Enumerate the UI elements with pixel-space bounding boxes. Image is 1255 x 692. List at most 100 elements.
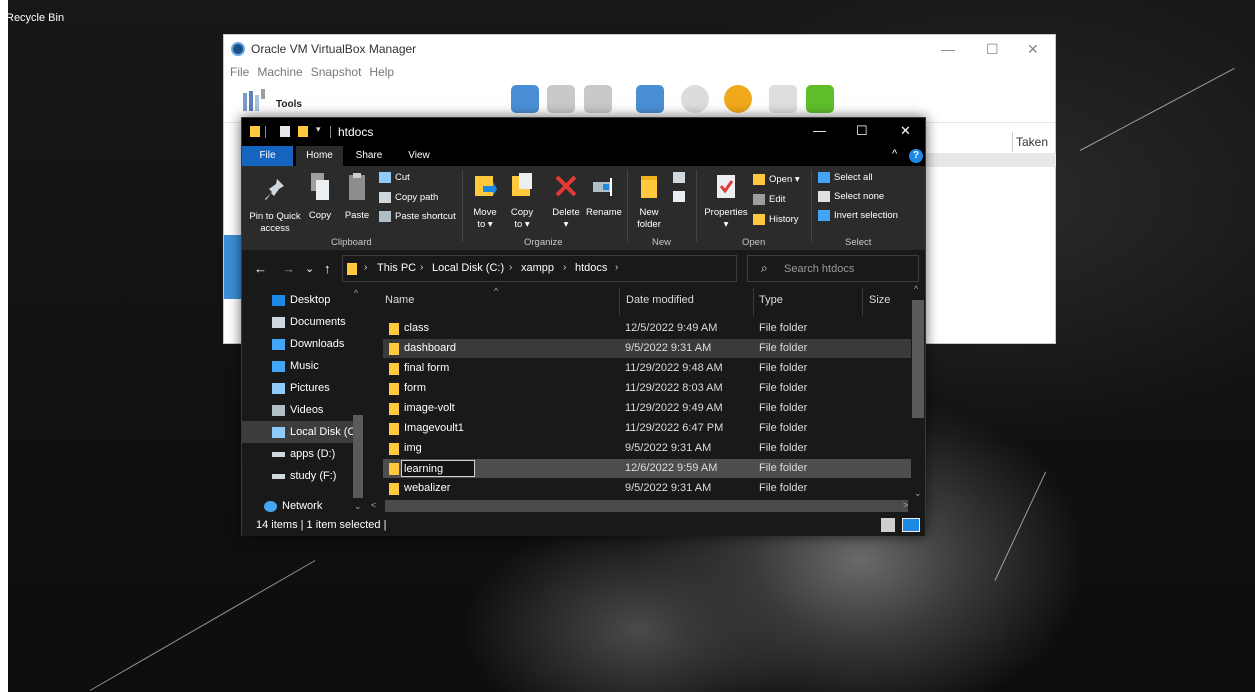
nav-item-local-disk[interactable]: Local Disk (C:) [242, 421, 353, 443]
column-divider[interactable] [753, 288, 754, 316]
nav-item-documents[interactable]: Documents [242, 311, 364, 333]
nav-pane-scrollbar[interactable] [353, 415, 363, 498]
tab-file[interactable]: File [242, 146, 293, 166]
file-row[interactable]: form 11/29/2022 8:03 AM File folder [383, 379, 911, 398]
discard-vm-icon[interactable] [584, 85, 612, 113]
vbox-selected-row[interactable] [924, 153, 1056, 167]
file-row[interactable]: img 9/5/2022 9:31 AM File folder [383, 439, 911, 458]
file-row[interactable]: class 12/5/2022 9:49 AM File folder [383, 319, 911, 338]
start-arrow-icon[interactable] [806, 85, 834, 113]
breadcrumb-htdocs[interactable]: htdocs [575, 262, 607, 274]
file-explorer-window[interactable]: ▾ htdocs — ☐ ✕ File Home Share View ^ ? … [241, 117, 926, 536]
breadcrumb-separator[interactable]: › [615, 262, 618, 273]
tab-home[interactable]: Home [296, 146, 343, 166]
invert-selection-button[interactable]: Invert selection [818, 210, 898, 221]
settings-vm-icon[interactable] [547, 85, 575, 113]
explorer-minimize-button[interactable]: — [813, 123, 826, 138]
scroll-right-button[interactable]: > [903, 500, 908, 510]
vbox-titlebar[interactable]: Oracle VM VirtualBox Manager [224, 35, 1055, 63]
vertical-scrollbar[interactable] [912, 300, 924, 418]
breadcrumb-separator[interactable]: › [364, 262, 367, 273]
search-input[interactable] [784, 260, 914, 278]
breadcrumb-local-disk[interactable]: Local Disk (C:) [432, 262, 504, 274]
vbox-column-taken[interactable]: Taken [1016, 135, 1048, 149]
nav-item-videos[interactable]: Videos [242, 399, 364, 421]
tab-view[interactable]: View [397, 146, 441, 166]
rename-button[interactable]: Rename [585, 172, 623, 219]
vbox-close-button[interactable]: ✕ [1027, 41, 1039, 58]
ribbon-collapse-button[interactable]: ^ [892, 148, 897, 160]
copy-to-button[interactable]: Copy to ▾ [506, 172, 538, 231]
discard-arrow-icon[interactable] [769, 85, 797, 113]
forward-button[interactable]: → [282, 261, 295, 276]
easy-access-icon[interactable] [673, 191, 685, 202]
vbox-menu-machine[interactable]: Machine [257, 65, 302, 79]
delete-button[interactable]: Delete ▾ [548, 172, 584, 231]
pin-to-quick-access-button[interactable]: Pin to Quick access [246, 176, 304, 235]
vbox-menu-snapshot[interactable]: Snapshot [311, 65, 362, 79]
open-button[interactable]: Open ▾ [753, 174, 800, 185]
column-header-type[interactable]: Type [759, 294, 783, 314]
vbox-menu-file[interactable]: File [230, 65, 249, 79]
select-none-button[interactable]: Select none [818, 191, 884, 202]
breadcrumb-xampp[interactable]: xampp [521, 262, 554, 274]
scroll-left-button[interactable]: < [371, 500, 376, 510]
nav-scroll-down-button[interactable]: ⌄ [354, 501, 362, 512]
breadcrumb-this-pc[interactable]: This PC [377, 262, 416, 274]
up-button[interactable]: ↑ [324, 261, 331, 276]
file-row[interactable]: image-volt 11/29/2022 9:49 AM File folde… [383, 399, 911, 418]
rename-box[interactable] [401, 460, 475, 477]
properties-check-icon[interactable] [280, 126, 290, 137]
vbox-menu-help[interactable]: Help [369, 65, 394, 79]
new-vm-icon[interactable] [511, 85, 539, 113]
history-button[interactable]: History [753, 214, 799, 225]
breadcrumb-separator[interactable]: › [563, 262, 566, 273]
column-header-size[interactable]: Size [869, 294, 890, 314]
paste-shortcut-button[interactable]: Paste shortcut [379, 211, 456, 222]
scroll-up-button[interactable]: ^ [914, 284, 918, 294]
nav-item-pictures[interactable]: Pictures [242, 377, 364, 399]
properties-button[interactable]: Properties ▾ [703, 172, 749, 231]
large-icons-view-icon[interactable] [902, 518, 920, 532]
select-all-button[interactable]: Select all [818, 172, 873, 183]
explorer-close-button[interactable]: ✕ [900, 123, 911, 139]
file-list[interactable]: ^ Name Date modified Type Size class 12/… [369, 284, 925, 514]
new-folder-icon[interactable] [298, 126, 308, 137]
tab-share[interactable]: Share [346, 146, 392, 166]
copy-button[interactable]: Copy [306, 171, 334, 222]
nav-item-desktop[interactable]: Desktop [242, 289, 364, 311]
file-row-renaming[interactable]: 12/6/2022 9:59 AM File folder [383, 459, 911, 478]
nav-item-music[interactable]: Music [242, 355, 364, 377]
edit-button[interactable]: Edit [753, 194, 785, 205]
vbox-maximize-button[interactable]: ☐ [986, 41, 999, 58]
recycle-bin-label[interactable]: Recycle Bin [6, 12, 64, 24]
back-button[interactable]: ← [254, 261, 267, 276]
scroll-down-button[interactable]: ⌄ [914, 488, 922, 499]
gear-icon[interactable] [724, 85, 752, 113]
file-row[interactable]: dashboard 9/5/2022 9:31 AM File folder [383, 339, 911, 358]
copy-path-button[interactable]: Copy path [379, 192, 438, 203]
column-divider[interactable] [862, 288, 863, 316]
address-bar[interactable]: › This PC › Local Disk (C:) › xampp › ht… [342, 255, 830, 282]
file-row[interactable]: webalizer 9/5/2022 9:31 AM File folder [383, 479, 911, 498]
column-header-date-modified[interactable]: Date modified [626, 294, 694, 314]
explorer-maximize-button[interactable]: ☐ [856, 123, 868, 139]
explorer-titlebar[interactable]: ▾ htdocs — ☐ ✕ [242, 118, 925, 146]
nav-item-apps-drive[interactable]: apps (D:) [242, 443, 364, 465]
details-view-icon[interactable] [881, 518, 895, 532]
paste-button[interactable]: Paste [342, 171, 372, 222]
vbox-selected-vm[interactable] [224, 235, 241, 299]
vbox-minimize-button[interactable]: — [941, 41, 955, 57]
recent-locations-button[interactable]: ⌄ [305, 262, 314, 275]
nav-scroll-up-button[interactable]: ^ [354, 288, 358, 298]
import-vm-icon[interactable] [636, 85, 664, 113]
tools-label[interactable]: Tools [276, 99, 302, 110]
rename-input[interactable] [404, 462, 472, 475]
tools-icon[interactable] [240, 87, 268, 115]
search-box[interactable]: ⌕ [747, 255, 919, 282]
file-row[interactable]: Imagevoult1 11/29/2022 6:47 PM File fold… [383, 419, 911, 438]
new-item-icon[interactable] [673, 172, 685, 183]
export-vm-icon[interactable] [681, 85, 709, 113]
quick-access-dropdown[interactable]: ▾ [316, 124, 321, 135]
move-to-button[interactable]: Move to ▾ [469, 172, 501, 231]
